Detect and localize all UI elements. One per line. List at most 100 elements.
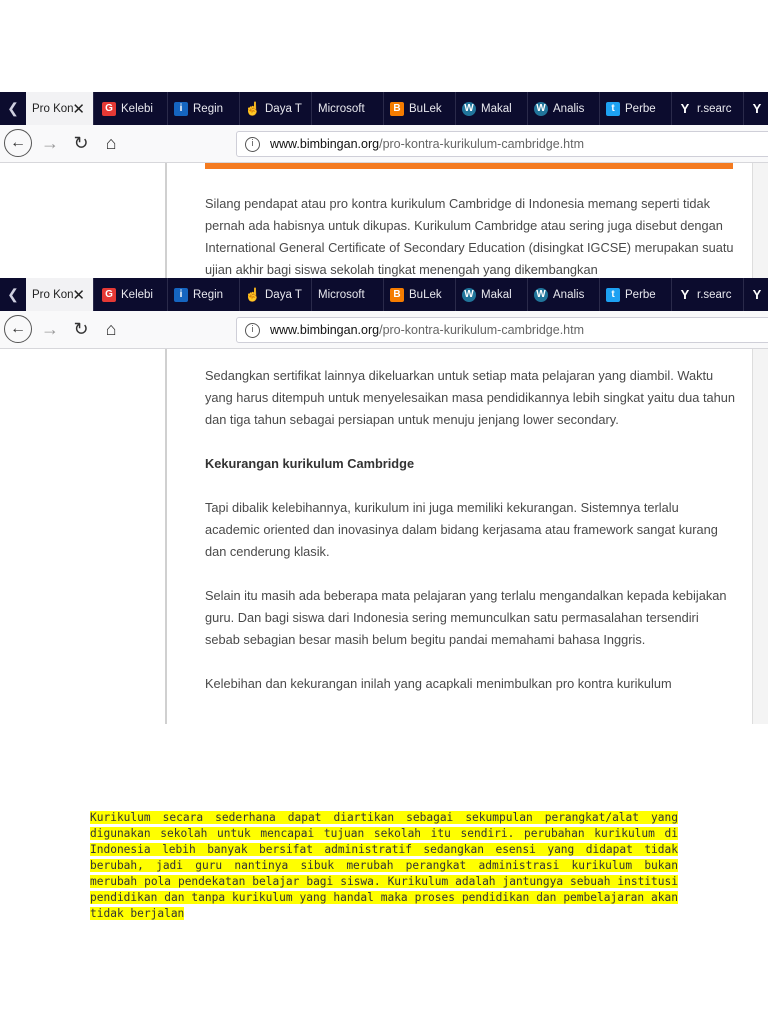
highlighted-text: Kurikulum secara sederhana dapat diartik… (90, 811, 678, 920)
info-icon[interactable]: i (245, 322, 260, 338)
tab-label: Perbe (625, 102, 656, 115)
tab-daya[interactable]: ☝ Daya T (240, 278, 312, 311)
tab-perbedaan[interactable]: t Perbe (600, 278, 672, 311)
info-icon: i (174, 101, 188, 116)
tab-label: Daya T (265, 288, 302, 301)
hand-icon: ☝ (244, 100, 262, 116)
article-body: Sedangkan sertifikat lainnya dikeluarkan… (205, 365, 735, 717)
article-paragraph: Sedangkan sertifikat lainnya dikeluarkan… (205, 368, 735, 427)
tab-label: Microsoft (318, 288, 365, 301)
tab-scroll-left-icon[interactable]: ❮ (0, 92, 26, 125)
url-path: /pro-kontra-kurikulum-cambridge.htm (379, 323, 585, 337)
article-paragraph: Kelebihan dan kekurangan inilah yang aca… (205, 676, 672, 691)
tab-label: BuLek (409, 288, 442, 301)
tab-rsearch[interactable]: Yr.searc (672, 278, 744, 311)
info-icon: i (174, 287, 188, 302)
accent-bar (205, 163, 733, 169)
tab-label: Regin (193, 102, 224, 115)
wordpress-icon: W (534, 101, 548, 116)
tab-label: Makal (481, 288, 512, 301)
browser-screenshot-1: ❮ Pro Kon ✕ G Kelebi i Regin ☝ Daya T Micro… (0, 92, 768, 278)
tab-bar: ❮ Pro Kon ✕ G Kelebi i Regin ☝ Daya T Micro… (0, 92, 768, 125)
url-path: /pro-kontra-kurikulum-cambridge.htm (379, 137, 585, 151)
back-icon[interactable]: ← (4, 315, 32, 343)
page-content: Sedangkan sertifikat lainnya dikeluarkan… (0, 349, 768, 724)
yahoo-icon: Y (680, 287, 690, 302)
url-domain: www.bimbingan.org (270, 137, 380, 151)
tab-analisis[interactable]: W Analis (528, 278, 600, 311)
tab-label: r.searc (697, 288, 732, 301)
hand-icon: ☝ (244, 286, 262, 302)
home-icon[interactable]: ⌂ (100, 129, 122, 157)
yahoo-icon: Y (752, 287, 762, 302)
twitter-icon: t (606, 287, 620, 302)
tab-kelebihan[interactable]: G Kelebi (96, 92, 168, 125)
tab-perbedaan[interactable]: t Perbe (600, 92, 672, 125)
close-icon[interactable]: ✕ (72, 286, 85, 304)
wordpress-icon: W (462, 101, 476, 116)
g-logo-icon: G (102, 287, 116, 302)
tab-label: Kelebi (121, 102, 153, 115)
tab-yahoo[interactable]: Y (744, 278, 768, 311)
yahoo-icon: Y (680, 101, 690, 116)
g-logo-icon: G (102, 101, 116, 116)
article-paragraph: Selain itu masih ada beberapa mata pelaj… (205, 588, 727, 647)
tab-label: Kelebi (121, 288, 153, 301)
tab-kelebihan[interactable]: G Kelebi (96, 278, 168, 311)
tab-label: Makal (481, 102, 512, 115)
tab-label: Microsoft (318, 102, 365, 115)
browser-screenshot-2: ❮ Pro Kon ✕ G Kelebi i Regin ☝ Daya T Micro… (0, 278, 768, 724)
url-domain: www.bimbingan.org (270, 323, 380, 337)
back-icon[interactable]: ← (4, 129, 32, 157)
tab-label: Analis (553, 102, 585, 115)
tab-microsoft[interactable]: Microsoft (312, 92, 384, 125)
tab-label: Analis (553, 288, 585, 301)
tab-label: Pro Kon (32, 288, 74, 301)
forward-icon[interactable]: → (39, 315, 61, 343)
tab-scroll-left-icon[interactable]: ❮ (0, 278, 26, 311)
left-pane (0, 163, 167, 278)
tab-label: r.searc (697, 102, 732, 115)
tab-label: Daya T (265, 102, 302, 115)
article-paragraph: Silang pendapat atau pro kontra kurikulu… (205, 196, 734, 277)
tab-bulek[interactable]: B BuLek (384, 92, 456, 125)
tab-makalah[interactable]: W Makal (456, 278, 528, 311)
tab-active[interactable]: Pro Kon ✕ (26, 92, 94, 125)
blogger-icon: B (390, 101, 404, 116)
article-body: Silang pendapat atau pro kontra kurikulu… (205, 193, 735, 278)
reload-icon[interactable]: ↻ (70, 315, 92, 343)
tab-rsearch[interactable]: Yr.searc (672, 92, 744, 125)
wordpress-icon: W (534, 287, 548, 302)
info-icon[interactable]: i (245, 136, 260, 152)
tab-label: Regin (193, 288, 224, 301)
tab-yahoo[interactable]: Y (744, 92, 768, 125)
yahoo-icon: Y (752, 101, 762, 116)
tab-regin[interactable]: i Regin (168, 92, 240, 125)
tab-regin[interactable]: i Regin (168, 278, 240, 311)
highlighted-text-block: Kurikulum secara sederhana dapat diartik… (90, 810, 678, 922)
tab-label: Perbe (625, 288, 656, 301)
nav-bar: ← → ↻ ⌂ i www.bimbingan.org/pro-kontra-k… (0, 125, 768, 163)
tab-active[interactable]: Pro Kon ✕ (26, 278, 94, 311)
url-bar[interactable]: i www.bimbingan.org/pro-kontra-kurikulum… (236, 317, 768, 343)
tab-label: Pro Kon (32, 102, 74, 115)
right-sidebar (752, 349, 768, 724)
nav-bar: ← → ↻ ⌂ i www.bimbingan.org/pro-kontra-k… (0, 311, 768, 349)
tab-label: BuLek (409, 102, 442, 115)
blogger-icon: B (390, 287, 404, 302)
forward-icon[interactable]: → (39, 129, 61, 157)
tab-bulek[interactable]: B BuLek (384, 278, 456, 311)
right-sidebar (752, 163, 768, 278)
tab-microsoft[interactable]: Microsoft (312, 278, 384, 311)
left-pane (0, 349, 167, 724)
home-icon[interactable]: ⌂ (100, 315, 122, 343)
tab-makalah[interactable]: W Makal (456, 92, 528, 125)
url-bar[interactable]: i www.bimbingan.org/pro-kontra-kurikulum… (236, 131, 768, 157)
tab-daya[interactable]: ☝ Daya T (240, 92, 312, 125)
tab-analisis[interactable]: W Analis (528, 92, 600, 125)
wordpress-icon: W (462, 287, 476, 302)
close-icon[interactable]: ✕ (72, 100, 85, 118)
twitter-icon: t (606, 101, 620, 116)
section-heading: Kekurangan kurikulum Cambridge (205, 456, 415, 471)
reload-icon[interactable]: ↻ (70, 129, 92, 157)
